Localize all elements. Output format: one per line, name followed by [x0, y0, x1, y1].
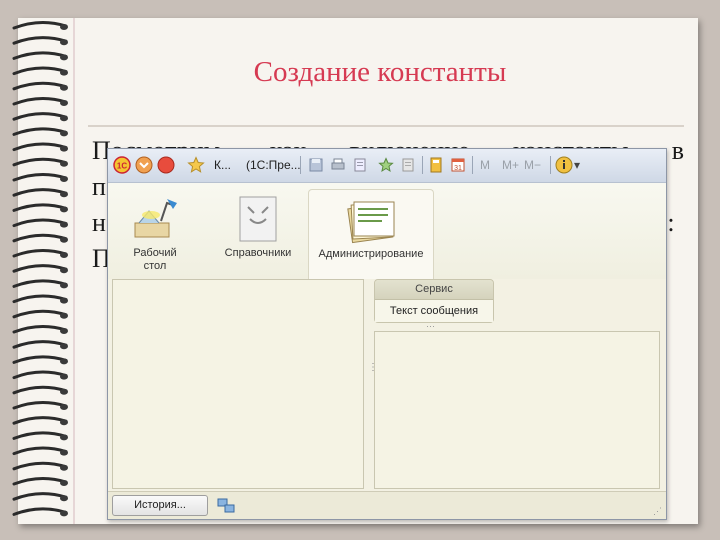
- spiral-ring: [12, 492, 68, 502]
- status-bar: История... ⋰: [108, 491, 666, 519]
- spiral-ring: [12, 203, 68, 213]
- service-group: Сервис Текст сообщения: [374, 279, 494, 323]
- section-directories[interactable]: Справочники: [216, 189, 300, 277]
- spiral-ring: [12, 264, 68, 274]
- toolbar-separator: [550, 156, 551, 174]
- service-group-header: Сервис: [375, 280, 493, 300]
- section-directories-label: Справочники: [224, 247, 292, 259]
- save-icon[interactable]: [306, 155, 326, 175]
- window-title-app: (1С:Пре...: [246, 158, 301, 172]
- bookmark-star-icon[interactable]: [376, 155, 396, 175]
- spiral-ring: [12, 173, 68, 182]
- favorite-star-icon[interactable]: [186, 155, 206, 175]
- menu-dropdown-icon[interactable]: [134, 155, 154, 175]
- spiral-ring: [12, 36, 68, 46]
- spiral-ring: [12, 218, 68, 228]
- spiral-ring: [12, 507, 68, 517]
- section-administration[interactable]: Администрирование: [308, 189, 434, 279]
- content-panel: [374, 331, 660, 489]
- navigation-panel: [112, 279, 364, 489]
- spiral-binding-icon: [12, 21, 68, 517]
- message-text-link[interactable]: Текст сообщения: [375, 300, 493, 322]
- spiral-ring: [12, 294, 68, 304]
- print-icon[interactable]: [328, 155, 348, 175]
- history-button[interactable]: История...: [112, 495, 208, 516]
- preview-icon[interactable]: [350, 155, 370, 175]
- spiral-ring: [12, 416, 68, 426]
- spiral-ring: [12, 233, 68, 243]
- svg-text:1С: 1С: [117, 162, 127, 171]
- spiral-ring: [12, 477, 68, 486]
- spiral-ring: [12, 112, 68, 122]
- documents-icon: [344, 194, 398, 249]
- spiral-ring: [12, 97, 68, 106]
- spiral-ring: [12, 21, 68, 30]
- spiral-ring: [12, 401, 68, 410]
- slide-title: Создание константы: [253, 56, 507, 88]
- window-titlebar: 1С К... (1С:Пре... 31 M M+ M− ▾: [108, 149, 666, 183]
- spiral-ring: [12, 279, 68, 289]
- network-icon[interactable]: [216, 496, 236, 516]
- window-title-short: К...: [214, 158, 231, 172]
- calendar-day-text: 31: [454, 165, 462, 172]
- spiral-ring: [12, 355, 68, 365]
- spiral-ring: [12, 446, 68, 456]
- spiral-ring: [12, 127, 68, 137]
- resize-grip-icon[interactable]: ⋰: [653, 506, 662, 517]
- spiral-ring: [12, 249, 68, 258]
- spiral-ring: [12, 385, 68, 395]
- toolbar-separator: [472, 156, 473, 174]
- spiral-ring: [12, 157, 68, 167]
- stop-icon[interactable]: [156, 155, 176, 175]
- app-window: 1С К... (1С:Пре... 31 M M+ M− ▾ Рабочий …: [107, 148, 667, 520]
- toolbar-separator: [300, 156, 301, 174]
- calculator-icon[interactable]: [426, 155, 446, 175]
- section-desktop[interactable]: Рабочий стол: [114, 189, 196, 277]
- memory-plus-button[interactable]: M+: [502, 158, 519, 172]
- info-dropdown-icon[interactable]: ▾: [574, 158, 580, 172]
- section-administration-label: Администрирование: [318, 248, 424, 260]
- memory-minus-button[interactable]: M−: [524, 158, 541, 172]
- spiral-ring: [12, 370, 68, 380]
- spiral-ring: [12, 51, 68, 61]
- app-logo-icon[interactable]: 1С: [112, 155, 132, 175]
- spiral-ring: [12, 325, 68, 334]
- title-divider: [88, 125, 684, 127]
- spiral-ring: [12, 431, 68, 441]
- spiral-ring: [12, 81, 68, 91]
- spiral-ring: [12, 461, 68, 471]
- section-desktop-label: Рабочий стол: [133, 247, 177, 272]
- spiral-ring: [12, 66, 68, 76]
- directory-icon: [234, 193, 282, 248]
- desk-lamp-icon: [129, 193, 181, 248]
- spiral-ring: [12, 340, 68, 350]
- history-list-icon[interactable]: [398, 155, 418, 175]
- memory-m-button[interactable]: M: [480, 158, 490, 172]
- spiral-ring: [12, 188, 68, 198]
- spiral-ring: [12, 142, 68, 152]
- info-icon[interactable]: [554, 155, 574, 175]
- spiral-ring: [12, 309, 68, 319]
- toolbar-separator: [422, 156, 423, 174]
- sections-panel: Рабочий стол Справочники Администрирован…: [108, 183, 666, 279]
- calendar-icon[interactable]: 31: [448, 155, 468, 175]
